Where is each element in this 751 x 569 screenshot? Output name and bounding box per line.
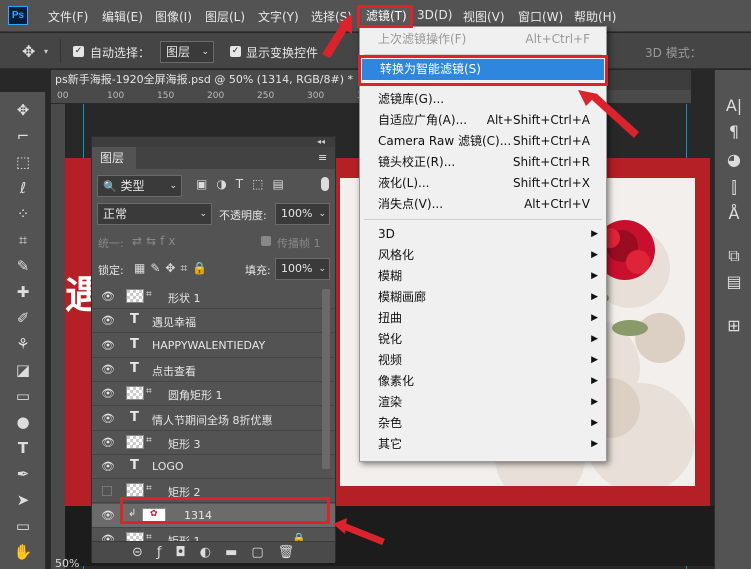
annotation-arrows: [322, 14, 639, 545]
